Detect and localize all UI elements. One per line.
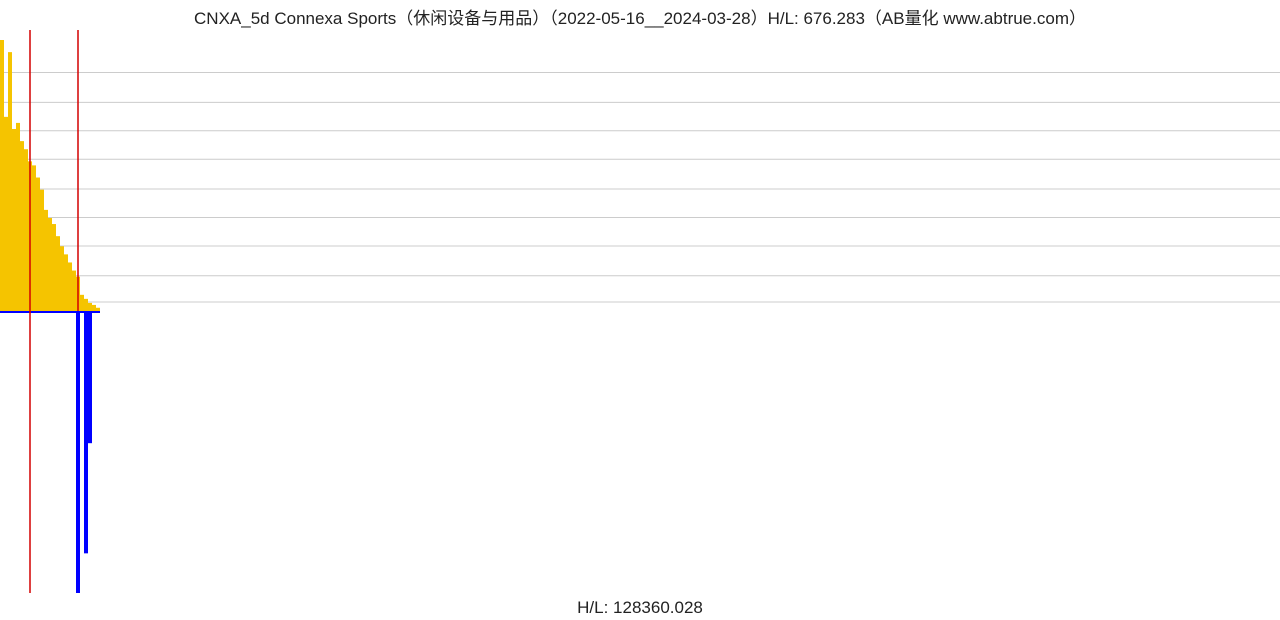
chart-area	[0, 28, 1280, 598]
chart-footer-label: H/L: 128360.028	[0, 598, 1280, 618]
chart-svg	[0, 28, 1280, 598]
chart-title: CNXA_5d Connexa Sports（休闲设备与用品）（2022-05-…	[0, 4, 1280, 29]
